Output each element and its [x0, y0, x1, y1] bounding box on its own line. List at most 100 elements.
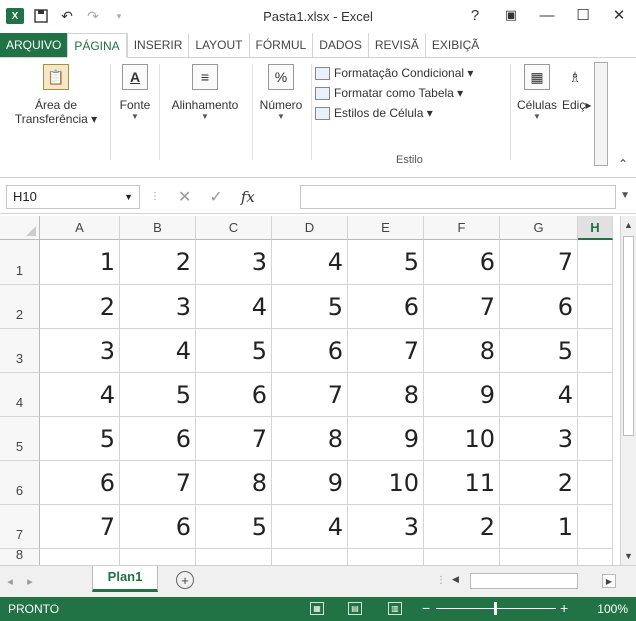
- column-header-h[interactable]: H: [578, 216, 613, 240]
- alignment-group[interactable]: ≡ Alinhamento ▼: [160, 64, 250, 121]
- enter-icon[interactable]: ✓: [209, 187, 222, 207]
- cell-g1[interactable]: 7: [500, 240, 578, 285]
- cell-b8[interactable]: [120, 549, 196, 565]
- cell-b1[interactable]: 2: [120, 240, 196, 285]
- cell-b2[interactable]: 3: [120, 285, 196, 329]
- cell-a8[interactable]: [40, 549, 120, 565]
- close-icon[interactable]: ✕: [610, 6, 628, 24]
- select-all-corner[interactable]: [0, 216, 40, 240]
- cell-g3[interactable]: 5: [500, 329, 578, 373]
- zoom-in-icon[interactable]: +: [560, 600, 568, 616]
- tab-layout[interactable]: LAYOUT: [188, 33, 248, 57]
- cell-d7[interactable]: 4: [272, 505, 348, 549]
- cell-b4[interactable]: 5: [120, 373, 196, 417]
- cell-a4[interactable]: 4: [40, 373, 120, 417]
- cell-c2[interactable]: 4: [196, 285, 272, 329]
- cell-c6[interactable]: 8: [196, 461, 272, 505]
- formula-input[interactable]: [300, 184, 616, 209]
- cell-c3[interactable]: 5: [196, 329, 272, 373]
- row-header-5[interactable]: 5: [0, 417, 40, 461]
- cell-g8[interactable]: [500, 549, 578, 565]
- zoom-level[interactable]: 100%: [597, 602, 628, 616]
- column-header-g[interactable]: G: [500, 216, 578, 240]
- ribbon-scroll-handle[interactable]: [594, 62, 608, 166]
- cell-g4[interactable]: 4: [500, 373, 578, 417]
- cell-h8[interactable]: [578, 549, 613, 565]
- cell-d3[interactable]: 6: [272, 329, 348, 373]
- row-header-1[interactable]: 1: [0, 240, 40, 285]
- cell-a1[interactable]: 1: [40, 240, 120, 285]
- clipboard-group[interactable]: 📋 Área de Transferência ▾: [4, 64, 108, 126]
- column-header-c[interactable]: C: [196, 216, 272, 240]
- cell-b5[interactable]: 6: [120, 417, 196, 461]
- hscroll-splitter-icon[interactable]: ⋮: [436, 575, 446, 586]
- cells-group[interactable]: ▦ Células ▼: [512, 64, 562, 121]
- tab-dados[interactable]: DADOS: [312, 33, 368, 57]
- tab-inserir[interactable]: INSERIR: [126, 33, 189, 57]
- number-group[interactable]: % Número ▼: [253, 64, 309, 121]
- cell-c5[interactable]: 7: [196, 417, 272, 461]
- cell-a2[interactable]: 2: [40, 285, 120, 329]
- row-header-7[interactable]: 7: [0, 505, 40, 549]
- vertical-scroll-thumb[interactable]: [623, 236, 634, 436]
- font-group[interactable]: A Fonte ▼: [113, 64, 157, 121]
- cell-c8[interactable]: [196, 549, 272, 565]
- scroll-up-icon[interactable]: ▲: [624, 220, 633, 230]
- save-icon[interactable]: [32, 7, 50, 25]
- page-layout-view-icon[interactable]: ▤: [348, 602, 362, 615]
- cell-e2[interactable]: 6: [348, 285, 424, 329]
- add-sheet-icon[interactable]: +: [176, 571, 194, 589]
- sheet-tab-plan1[interactable]: Plan1: [92, 566, 158, 592]
- cell-a3[interactable]: 3: [40, 329, 120, 373]
- cancel-icon[interactable]: ✕: [178, 187, 191, 207]
- cell-d1[interactable]: 4: [272, 240, 348, 285]
- cell-e3[interactable]: 7: [348, 329, 424, 373]
- cell-h7[interactable]: [578, 505, 613, 549]
- cell-h5[interactable]: [578, 417, 613, 461]
- cell-d5[interactable]: 8: [272, 417, 348, 461]
- minimize-icon[interactable]: —: [538, 7, 556, 24]
- row-header-2[interactable]: 2: [0, 285, 40, 329]
- cell-d4[interactable]: 7: [272, 373, 348, 417]
- cell-g7[interactable]: 1: [500, 505, 578, 549]
- insert-function-icon[interactable]: fx: [241, 188, 255, 206]
- cell-d6[interactable]: 9: [272, 461, 348, 505]
- cell-f4[interactable]: 9: [424, 373, 500, 417]
- tab-exibicao[interactable]: EXIBIÇÃ: [424, 33, 485, 57]
- conditional-formatting-button[interactable]: Formatação Condicional ▾: [315, 66, 473, 80]
- cell-e8[interactable]: [348, 549, 424, 565]
- scroll-down-icon[interactable]: ▼: [624, 551, 633, 561]
- column-header-e[interactable]: E: [348, 216, 424, 240]
- zoom-out-icon[interactable]: −: [422, 600, 430, 616]
- cell-f7[interactable]: 2: [424, 505, 500, 549]
- ribbon-display-icon[interactable]: ▣: [502, 7, 520, 23]
- scroll-left-icon[interactable]: ◀: [452, 574, 459, 585]
- cell-styles-button[interactable]: Estilos de Célula ▾: [315, 106, 473, 120]
- cell-g6[interactable]: 2: [500, 461, 578, 505]
- cell-f6[interactable]: 11: [424, 461, 500, 505]
- cell-h3[interactable]: [578, 329, 613, 373]
- format-as-table-button[interactable]: Formatar como Tabela ▾: [315, 86, 473, 100]
- cell-e4[interactable]: 8: [348, 373, 424, 417]
- cell-a6[interactable]: 6: [40, 461, 120, 505]
- vertical-scrollbar[interactable]: ▲ ▼: [620, 216, 636, 565]
- normal-view-icon[interactable]: ▦: [310, 602, 324, 615]
- cell-g5[interactable]: 3: [500, 417, 578, 461]
- sheet-next-icon[interactable]: ▸: [20, 575, 40, 588]
- cell-c7[interactable]: 5: [196, 505, 272, 549]
- tab-arquivo[interactable]: ARQUIVO: [0, 33, 68, 57]
- cell-d2[interactable]: 5: [272, 285, 348, 329]
- editing-group[interactable]: ♗ Ediç▸: [562, 64, 594, 113]
- cell-c1[interactable]: 3: [196, 240, 272, 285]
- cell-f3[interactable]: 8: [424, 329, 500, 373]
- row-header-8[interactable]: 8: [0, 547, 40, 565]
- collapse-ribbon-icon[interactable]: ⌃: [618, 157, 628, 171]
- cell-c4[interactable]: 6: [196, 373, 272, 417]
- page-break-view-icon[interactable]: ▥: [388, 602, 402, 615]
- undo-icon[interactable]: ↶: [58, 7, 76, 25]
- redo-icon[interactable]: ↷: [84, 7, 102, 25]
- cell-h4[interactable]: [578, 373, 613, 417]
- cell-h6[interactable]: [578, 461, 613, 505]
- help-icon[interactable]: ?: [466, 7, 484, 24]
- cell-g2[interactable]: 6: [500, 285, 578, 329]
